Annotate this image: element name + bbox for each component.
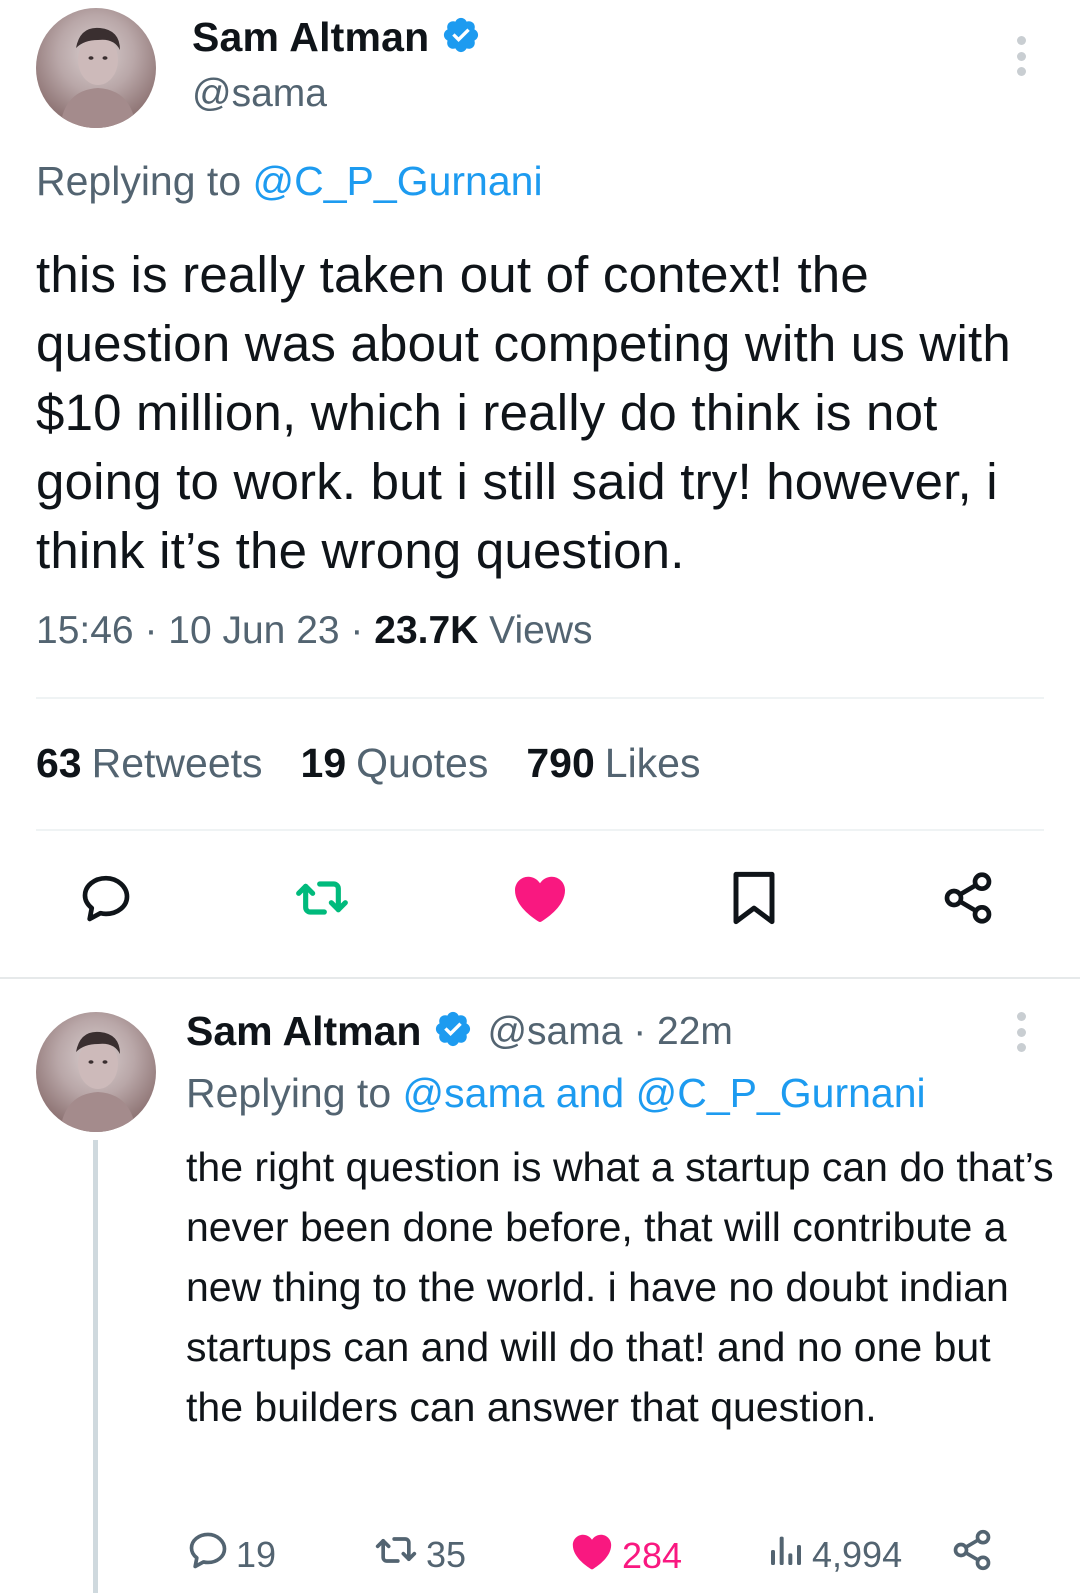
avatar-photo (60, 27, 136, 128)
author-name-row: Sam Altman (192, 14, 481, 61)
verified-badge-icon (433, 1009, 473, 1054)
avatar[interactable] (36, 8, 156, 128)
bookmark-icon[interactable] (724, 868, 784, 928)
share-icon (950, 1528, 994, 1581)
replying-to-prefix: Replying to (186, 1070, 403, 1116)
likes-label: Likes (604, 740, 701, 786)
engagement-stats: 63 Retweets 19 Quotes 790 Likes (36, 740, 738, 787)
main-tweet: Sam Altman @sama Replying to @C_P_Gurnan… (0, 0, 1080, 978)
like-icon[interactable] (508, 866, 572, 930)
replying-to-line: Replying to @C_P_Gurnani (36, 158, 543, 205)
retweets-count: 63 (36, 740, 82, 786)
author-name[interactable]: Sam Altman (186, 1008, 421, 1055)
replying-to-line: Replying to @sama and @C_P_Gurnani (186, 1070, 926, 1117)
like-count: 284 (622, 1534, 683, 1576)
author-handle[interactable]: @sama (192, 72, 327, 116)
divider (36, 829, 1044, 831)
divider (36, 697, 1044, 699)
reply-tweet-text: the right question is what a startup can… (186, 1144, 1054, 1430)
quotes-count: 19 (300, 740, 347, 786)
avatar-photo (60, 1031, 136, 1132)
views-button[interactable]: 4,994 (766, 1528, 902, 1581)
reply-count: 19 (236, 1533, 277, 1575)
views-label: Views (478, 609, 593, 652)
more-options-icon[interactable] (1014, 1012, 1028, 1052)
tweet-action-bar (0, 862, 1080, 942)
retweet-icon (372, 1528, 420, 1581)
quotes-label: Quotes (356, 740, 489, 786)
reply-icon (186, 1528, 230, 1581)
replying-to-mention[interactable]: @C_P_Gurnani (253, 158, 543, 204)
reply-icon[interactable] (76, 868, 136, 928)
share-button[interactable] (950, 1528, 994, 1581)
meta-separator: · (339, 609, 375, 652)
reply-button[interactable]: 19 (186, 1528, 276, 1581)
like-icon (568, 1528, 616, 1583)
tweet-time[interactable]: 15:46 (36, 609, 134, 652)
reply-author-row: Sam Altman @sama · 22m (186, 1008, 733, 1055)
author-handle-time[interactable]: @sama · 22m (487, 1010, 732, 1054)
retweets-stat[interactable]: 63 Retweets (36, 740, 263, 787)
replying-to-prefix: Replying to (36, 158, 253, 204)
tweet-thread-page: Sam Altman @sama Replying to @C_P_Gurnan… (0, 0, 1080, 1593)
replying-to-mention[interactable]: @sama and @C_P_Gurnani (403, 1070, 926, 1116)
author-name[interactable]: Sam Altman (192, 14, 429, 61)
views-count[interactable]: 23.7K (374, 609, 478, 652)
tweet-meta: 15:46 · 10 Jun 23 · 23.7K Views (36, 609, 593, 653)
likes-count: 790 (526, 740, 595, 786)
quotes-stat[interactable]: 19 Quotes (301, 740, 489, 787)
thread-connector-line (93, 1140, 98, 1593)
share-icon[interactable] (938, 868, 998, 928)
like-button[interactable]: 284 (568, 1528, 682, 1583)
views-count: 4,994 (812, 1533, 903, 1575)
tweet-separator (0, 977, 1080, 979)
retweets-label: Retweets (91, 740, 263, 786)
avatar[interactable] (36, 1012, 156, 1132)
meta-separator: · (133, 609, 169, 652)
retweet-button[interactable]: 35 (372, 1528, 466, 1581)
retweet-icon[interactable] (292, 868, 352, 928)
more-options-icon[interactable] (1014, 36, 1028, 76)
analytics-icon (766, 1528, 806, 1581)
tweet-date[interactable]: 10 Jun 23 (168, 609, 339, 652)
tweet-text: this is really taken out of context! the… (36, 246, 1011, 579)
likes-stat[interactable]: 790 Likes (526, 740, 700, 787)
verified-badge-icon (441, 15, 481, 60)
retweet-count: 35 (426, 1533, 467, 1575)
reply-action-bar: 19 35 284 4,994 (186, 1528, 1066, 1578)
